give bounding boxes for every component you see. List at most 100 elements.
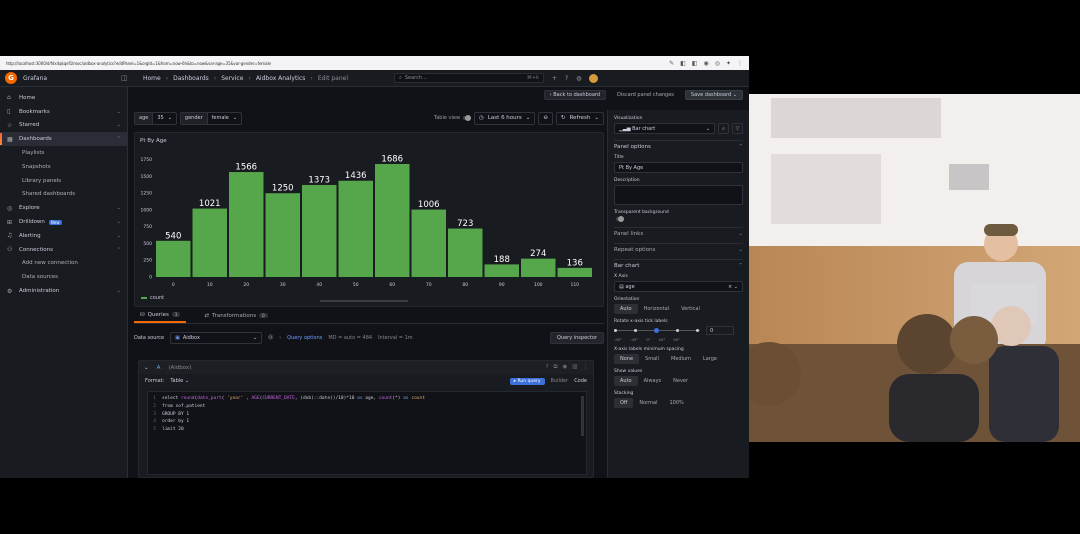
- visualization-picker[interactable]: ▁▃▅ Bar chart ⌄: [614, 123, 715, 134]
- chart-bar[interactable]: [448, 228, 483, 277]
- table-view-toggle[interactable]: Table view: [434, 115, 472, 121]
- discard-changes-button[interactable]: Discard panel changes: [612, 90, 679, 100]
- code-mode-button[interactable]: Code: [574, 378, 587, 384]
- chart-bar[interactable]: [484, 264, 520, 277]
- chart-legend[interactable]: count: [141, 295, 164, 301]
- browser-url-bar[interactable]: http://localhost:3000/d/fdx4qkqef1lmoc/a…: [0, 56, 749, 70]
- sidebar-item-add-new-connection[interactable]: Add new connection: [0, 257, 127, 271]
- orientation-auto[interactable]: Auto: [614, 304, 638, 314]
- chevron-down-icon[interactable]: ⌄: [117, 219, 121, 225]
- sidebar-item-administration[interactable]: ⚙ Administration ⌄: [0, 284, 127, 298]
- search-options-button[interactable]: ⌕: [718, 123, 729, 134]
- query-options-button[interactable]: Query options: [287, 335, 322, 341]
- search-input[interactable]: ⌕ Search... ⌘+k: [394, 73, 544, 83]
- slider-stop[interactable]: [634, 328, 637, 332]
- format-select[interactable]: Table ⌄: [170, 378, 189, 384]
- sidebar-item-alerting[interactable]: ♫ Alerting ⌄: [0, 229, 127, 243]
- code-text[interactable]: from sof.patient: [162, 404, 205, 409]
- show-values-auto[interactable]: Auto: [614, 376, 638, 386]
- stacking-100[interactable]: 100%: [663, 398, 689, 408]
- description-input[interactable]: [614, 185, 743, 205]
- title-input[interactable]: Pt By Age: [614, 162, 743, 173]
- chevron-down-icon[interactable]: ⌄: [117, 109, 121, 115]
- chart-bar[interactable]: [156, 240, 191, 277]
- slider-stop[interactable]: [676, 328, 679, 332]
- sidebar-item-dashboards[interactable]: ▦ Dashboards ⌃: [0, 132, 127, 147]
- run-query-button[interactable]: ▸ Run query: [509, 377, 545, 385]
- bar-chart-section[interactable]: Bar chart ⌃: [614, 259, 743, 269]
- stacking-normal[interactable]: Normal: [633, 398, 663, 408]
- tab-transformations[interactable]: ⇄ Transformations 0: [198, 308, 273, 323]
- query-inspector-button[interactable]: Query inspector: [549, 331, 604, 344]
- sidebar-item-connections[interactable]: ⚇ Connections ⌃: [0, 243, 127, 257]
- chart-bar[interactable]: [229, 172, 264, 277]
- spacing-none[interactable]: None: [614, 354, 640, 364]
- grafana-logo-icon[interactable]: G: [5, 72, 17, 84]
- tab-queries[interactable]: ⛁ Queries 1: [134, 308, 187, 323]
- help-icon[interactable]: ?: [546, 364, 549, 371]
- rotate-slider[interactable]: 0: [614, 326, 743, 335]
- duplicate-icon[interactable]: ⧉: [554, 364, 558, 371]
- extension-icon[interactable]: ◧: [692, 60, 698, 67]
- breadcrumb-home[interactable]: Home: [143, 75, 161, 82]
- extension-icon[interactable]: ◉: [703, 60, 708, 67]
- sidebar-item-explore[interactable]: ◎ Explore ⌄: [0, 201, 127, 215]
- sidebar-item-drilldown[interactable]: ⊞ Drilldown New ⌄: [0, 215, 127, 229]
- stacking-off[interactable]: Off: [614, 398, 634, 408]
- code-line[interactable]: 3 GROUP BY 1: [148, 410, 586, 418]
- avatar[interactable]: [589, 73, 599, 83]
- sidebar-item-bookmarks[interactable]: ▯ Bookmarks ⌄: [0, 105, 127, 119]
- sidebar-item-shared-dashboards[interactable]: Shared dashboards: [0, 188, 127, 202]
- panel-options-section[interactable]: Panel options ⌃: [614, 140, 743, 150]
- sql-code-editor[interactable]: 1 select round(date_part( 'year' , AGE(CU…: [147, 391, 587, 475]
- code-line[interactable]: 2 from sof.patient: [148, 403, 586, 411]
- url-text[interactable]: http://localhost:3000/d/fdx4qkqef1lmoc/a…: [6, 61, 669, 66]
- eye-icon[interactable]: ◉: [562, 364, 567, 371]
- age-variable[interactable]: age 35 ⌄: [134, 111, 177, 125]
- chevron-down-icon[interactable]: ⌄: [117, 205, 121, 211]
- chevron-down-icon[interactable]: ⌄: [117, 288, 121, 294]
- datasource-picker[interactable]: ▣ Aidbox ⌄: [170, 331, 263, 344]
- chevron-up-icon[interactable]: ⌃: [117, 247, 121, 253]
- show-values-always[interactable]: Always: [638, 376, 668, 386]
- extension-icon[interactable]: ◧: [680, 60, 686, 67]
- code-line[interactable]: 1 select round(date_part( 'year' , AGE(CU…: [148, 395, 586, 403]
- gender-variable[interactable]: gender female ⌄: [179, 111, 243, 125]
- chart-bar[interactable]: [302, 184, 337, 277]
- sidebar-item-library-panels[interactable]: Library panels: [0, 174, 127, 188]
- spacing-large[interactable]: Large: [697, 354, 723, 364]
- sidebar-item-snapshots[interactable]: Snapshots: [0, 160, 127, 174]
- code-line[interactable]: 4 order by 1: [148, 418, 586, 426]
- help-icon[interactable]: ⓪: [268, 334, 273, 341]
- chart-bar[interactable]: [375, 163, 410, 277]
- breadcrumb-dashboard[interactable]: Aidbox Analytics: [256, 75, 306, 82]
- trash-icon[interactable]: ▥: [572, 364, 577, 371]
- transparent-toggle[interactable]: [616, 216, 624, 222]
- code-text[interactable]: GROUP BY 1: [162, 412, 189, 417]
- zoom-out-button[interactable]: ⊖: [538, 111, 553, 125]
- panel-resize-handle[interactable]: [320, 300, 408, 302]
- collapse-icon[interactable]: ⌄: [144, 365, 149, 371]
- sidebar-item-playlists[interactable]: Playlists: [0, 146, 127, 160]
- age-variable-select[interactable]: 35 ⌄: [153, 115, 176, 121]
- scrollbar[interactable]: [581, 396, 584, 436]
- dock-menu-icon[interactable]: ◫: [121, 74, 131, 82]
- chart-bar[interactable]: [411, 209, 447, 277]
- chart-bar[interactable]: [192, 208, 228, 277]
- slider-stop[interactable]: [696, 328, 699, 332]
- save-dashboard-button[interactable]: Save dashboard ⌄: [684, 90, 743, 100]
- toggle-switch[interactable]: [463, 115, 472, 121]
- show-values-never[interactable]: Never: [667, 376, 694, 386]
- menu-icon[interactable]: ⋮: [737, 60, 743, 67]
- sidebar-item-data-sources[interactable]: Data sources: [0, 270, 127, 284]
- slider-track[interactable]: [614, 327, 700, 333]
- help-icon[interactable]: ?: [565, 75, 568, 82]
- code-text[interactable]: select round(date_part( 'year' , AGE(CUR…: [162, 396, 425, 401]
- spacing-medium[interactable]: Medium: [665, 354, 697, 364]
- puzzle-icon[interactable]: ✦: [726, 60, 731, 67]
- chart-bar[interactable]: [557, 267, 593, 277]
- chart-bar[interactable]: [521, 258, 556, 277]
- slider-handle[interactable]: [654, 327, 659, 333]
- refresh-button[interactable]: ↻ Refresh ⌄: [556, 111, 604, 125]
- spacing-small[interactable]: Small: [639, 354, 665, 364]
